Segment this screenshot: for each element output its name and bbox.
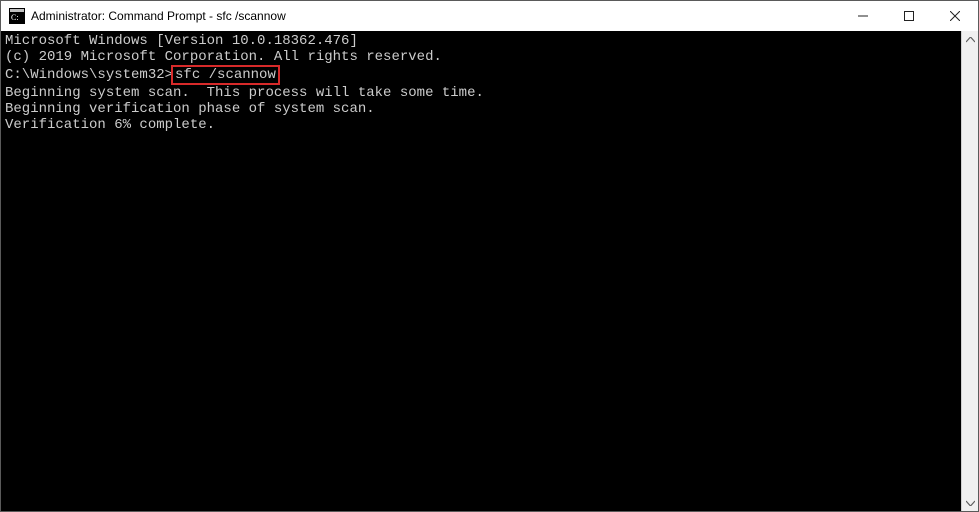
prompt-line: C:\Windows\system32>sfc /scannow <box>5 65 961 85</box>
cmd-icon: C: <box>9 8 25 24</box>
window-controls <box>840 1 978 31</box>
output-line: Microsoft Windows [Version 10.0.18362.47… <box>5 33 961 49</box>
window-title: Administrator: Command Prompt - sfc /sca… <box>31 9 840 23</box>
prompt-prefix: C:\Windows\system32> <box>5 67 173 83</box>
output-line: Beginning system scan. This process will… <box>5 85 961 101</box>
scroll-up-arrow-icon[interactable] <box>962 31 979 48</box>
close-button[interactable] <box>932 1 978 31</box>
output-line: Beginning verification phase of system s… <box>5 101 961 117</box>
command-highlight: sfc /scannow <box>171 65 280 85</box>
terminal-output[interactable]: Microsoft Windows [Version 10.0.18362.47… <box>1 31 961 511</box>
output-line: (c) 2019 Microsoft Corporation. All righ… <box>5 49 961 65</box>
titlebar[interactable]: C: Administrator: Command Prompt - sfc /… <box>1 1 978 31</box>
minimize-button[interactable] <box>840 1 886 31</box>
vertical-scrollbar[interactable] <box>961 31 978 511</box>
terminal-area: Microsoft Windows [Version 10.0.18362.47… <box>1 31 978 511</box>
command-prompt-window: C: Administrator: Command Prompt - sfc /… <box>0 0 979 512</box>
command-text: sfc /scannow <box>175 67 276 83</box>
svg-text:C:: C: <box>11 13 19 22</box>
scroll-down-arrow-icon[interactable] <box>962 494 979 511</box>
output-line: Verification 6% complete. <box>5 117 961 133</box>
maximize-button[interactable] <box>886 1 932 31</box>
